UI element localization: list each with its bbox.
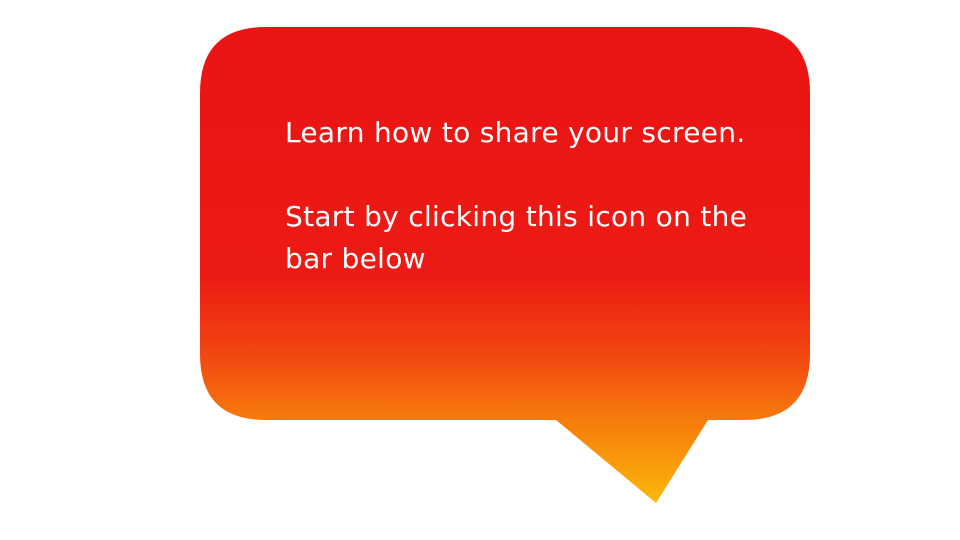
bubble-message-line-2: Start by clicking this icon on the bar b… — [285, 200, 748, 275]
tutorial-stage: Learn how to share your screen. Start by… — [0, 0, 960, 540]
bubble-spacer — [285, 154, 775, 196]
bubble-message: Learn how to share your screen. Start by… — [285, 112, 775, 280]
bubble-message-line-1: Learn how to share your screen. — [285, 116, 746, 149]
